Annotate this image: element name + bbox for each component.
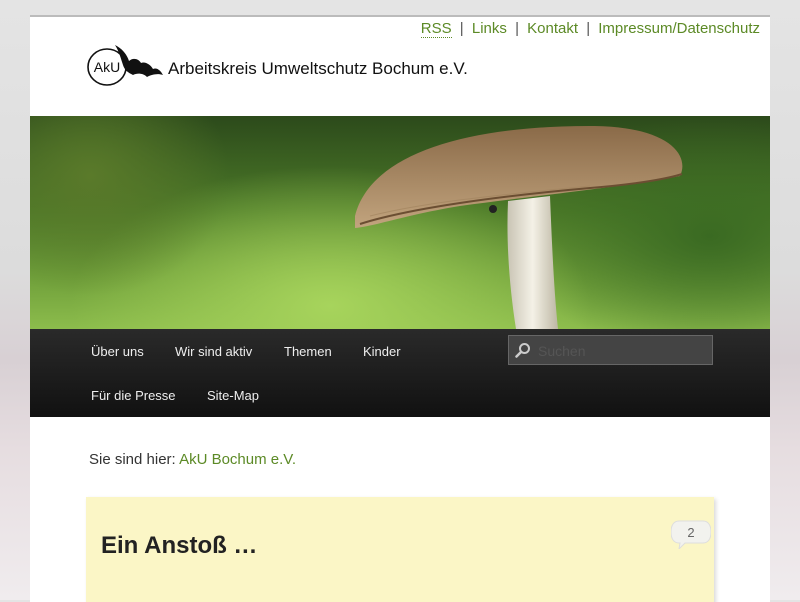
nav-item-kinder[interactable]: Kinder — [363, 344, 401, 359]
impressum-link[interactable]: Impressum/Datenschutz — [598, 20, 760, 37]
nav-item-ueber-uns[interactable]: Über uns — [91, 344, 144, 359]
search-input[interactable] — [536, 336, 710, 366]
breadcrumb-current-link[interactable]: AkU Bochum e.V. — [179, 451, 296, 468]
search-icon — [515, 343, 530, 358]
links-link[interactable]: Links — [472, 20, 507, 37]
header-image — [30, 116, 770, 329]
kontakt-link[interactable]: Kontakt — [527, 20, 578, 37]
rss-link[interactable]: RSS — [420, 20, 452, 38]
post-title[interactable]: Ein Anstoß … — [101, 532, 257, 560]
site-name: Arbeitskreis Umweltschutz Bochum e.V. — [168, 59, 468, 78]
post-card: Ein Anstoß … 2 — [86, 497, 714, 602]
link-separator: | — [586, 20, 591, 37]
comment-count-bubble[interactable]: 2 — [670, 519, 712, 551]
link-separator: | — [459, 20, 464, 37]
search-box — [508, 335, 713, 366]
site-logo[interactable]: AkU Arbeitskreis Umweltschutz Bochum e.V… — [85, 41, 468, 91]
nav-item-site-map[interactable]: Site-Map — [207, 388, 259, 403]
breadcrumb-prefix: Sie sind hier: — [89, 451, 176, 468]
comment-count: 2 — [687, 525, 695, 540]
main-navigation: Über uns Wir sind aktiv Themen Kinder Fü… — [30, 329, 770, 417]
nav-item-wir-sind-aktiv[interactable]: Wir sind aktiv — [175, 344, 252, 359]
top-links: RSS | Links | Kontakt | Impressum/Datens… — [420, 20, 760, 38]
rss-link-label: RSS — [420, 20, 452, 38]
nav-item-themen[interactable]: Themen — [284, 344, 332, 359]
logo-abbr: AkU — [94, 59, 120, 75]
mushroom-image — [355, 126, 683, 329]
nav-item-presse[interactable]: Für die Presse — [91, 388, 176, 403]
bat-logo-icon: AkU — [87, 45, 163, 86]
breadcrumb: Sie sind hier: AkU Bochum e.V. — [89, 451, 296, 468]
page-container: RSS | Links | Kontakt | Impressum/Datens… — [30, 15, 770, 602]
link-separator: | — [515, 20, 519, 37]
